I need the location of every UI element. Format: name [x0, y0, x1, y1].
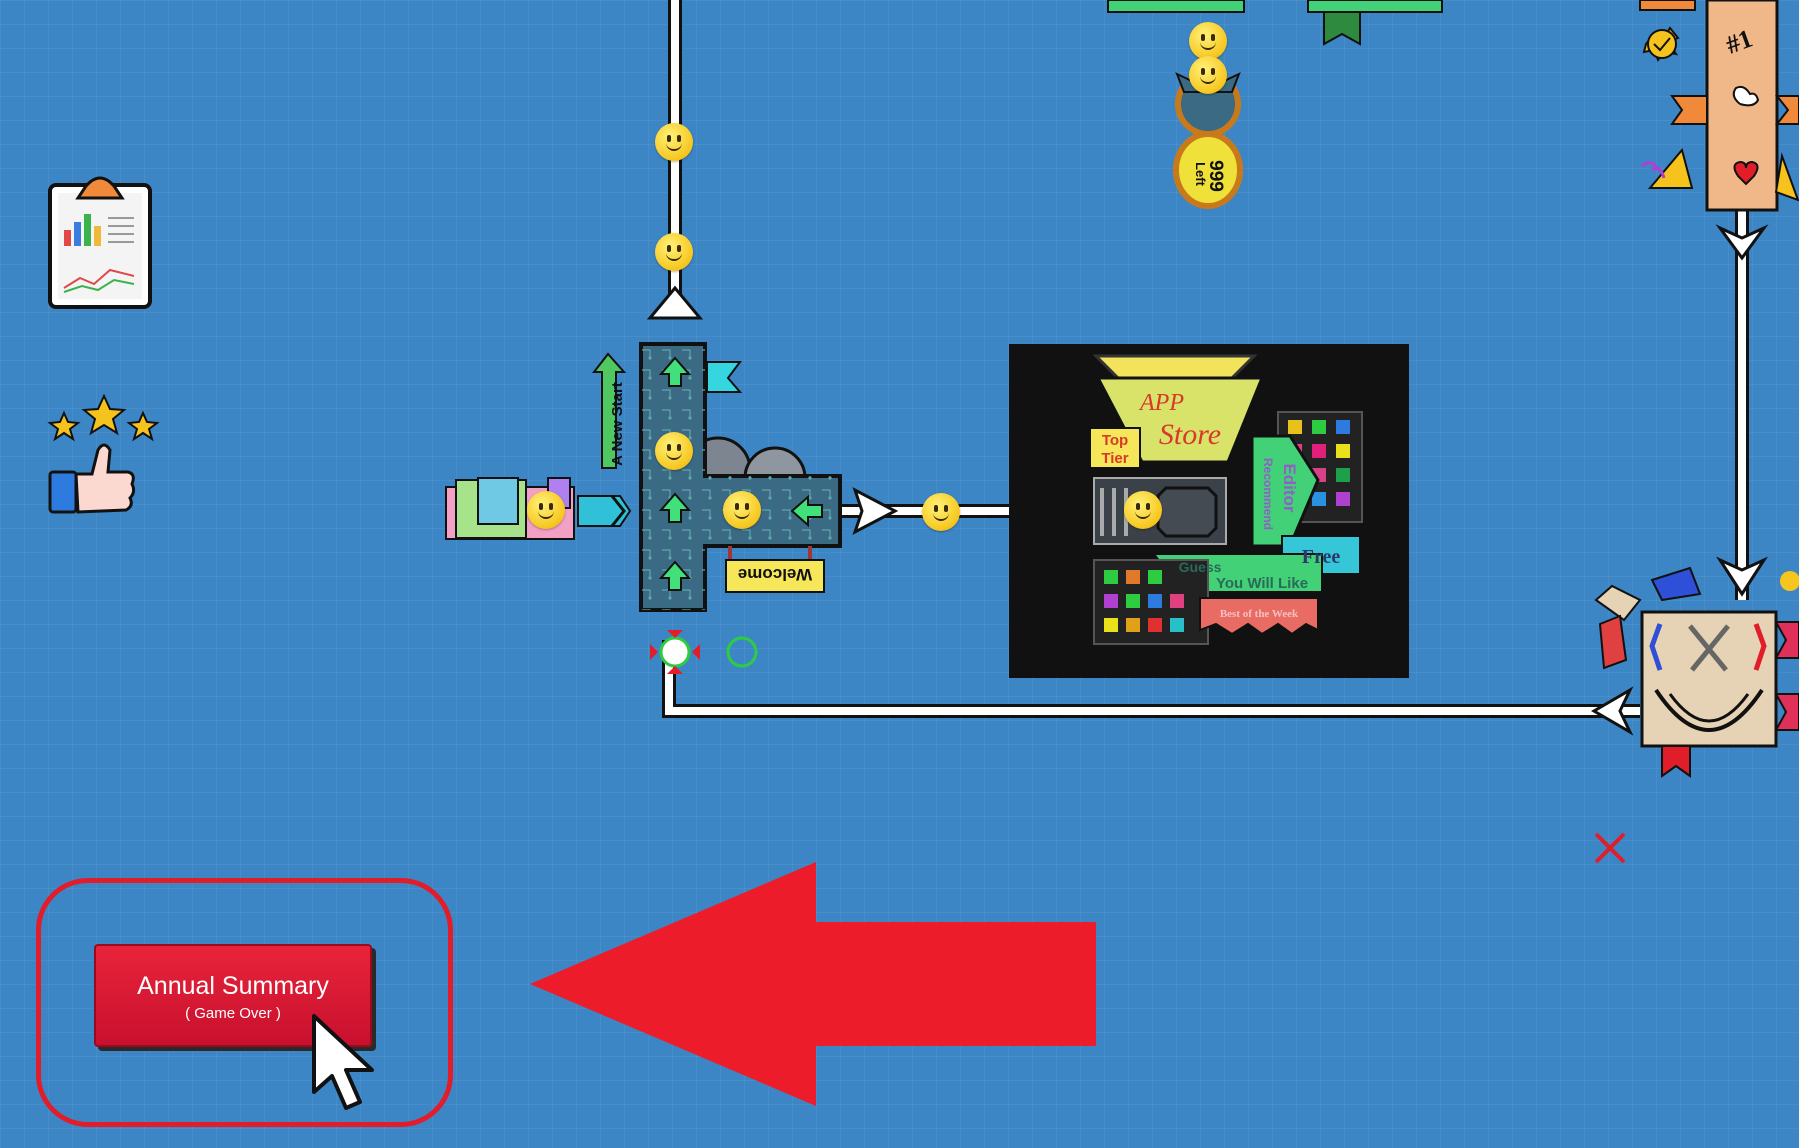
arena-icon[interactable] — [1594, 566, 1799, 778]
counter-device — [1107, 0, 1443, 209]
close-x-icon[interactable] — [1594, 832, 1626, 864]
smiley-token — [922, 493, 960, 531]
app-store[interactable] — [1009, 344, 1409, 678]
smiley-token — [1189, 56, 1227, 94]
smiley-token — [655, 123, 693, 161]
ranking-tower — [1639, 0, 1799, 212]
smiley-token — [527, 491, 565, 529]
smiley-token — [1189, 22, 1227, 60]
hub-new-start-label: A New Start — [609, 382, 626, 466]
tag-editor: Editor — [1280, 463, 1299, 512]
hub-welcome-label: Welcome — [738, 565, 812, 584]
smiley-token — [723, 491, 761, 529]
store-name-line2: Store — [1159, 418, 1221, 451]
smiley-token — [1124, 491, 1162, 529]
cursor-pointer-icon — [312, 1014, 374, 1110]
tag-top-tier-2: Tier — [1101, 450, 1128, 467]
tag-guess: Guess — [1179, 559, 1222, 575]
store-name-line1: APP — [1138, 390, 1184, 416]
smiley-token — [655, 432, 693, 470]
tag-top-tier-1: Top — [1102, 432, 1128, 449]
annual-summary-title: Annual Summary — [137, 972, 329, 1000]
start-hub — [445, 342, 842, 674]
tag-best-of-week: Best of the Week — [1220, 608, 1299, 620]
tutorial-arrow — [530, 862, 1096, 1106]
tag-recommend: Recommend — [1261, 458, 1275, 530]
tag-free: Free — [1302, 546, 1341, 568]
report-clipboard-icon[interactable] — [48, 176, 152, 309]
counter-unit: Left — [1193, 162, 1208, 187]
rating-stars-thumbs-up-icon[interactable] — [47, 393, 160, 514]
smiley-token — [655, 233, 693, 271]
tag-you-will-like: You Will Like — [1216, 575, 1308, 592]
